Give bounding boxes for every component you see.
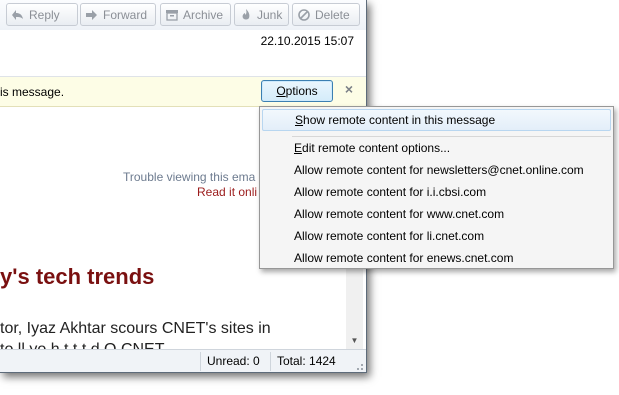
menu-item-allow-cbsi[interactable]: Allow remote content for i.i.cbsi.com [262, 181, 611, 203]
status-bar: Unread: 0 Total: 1424 [0, 349, 366, 372]
menu-item-label: Allow remote content for www.cnet.com [294, 207, 505, 221]
total-count: Total: 1424 [270, 352, 350, 371]
archive-box-icon [166, 10, 178, 21]
menu-accesskey: S [295, 113, 304, 127]
read-it-online-link[interactable]: Read it onli [197, 185, 257, 199]
menu-item-allow-newsletters[interactable]: Allow remote content for newsletters@cne… [262, 159, 611, 181]
forward-button[interactable]: Forward [80, 3, 156, 26]
options-dropdown-menu: Show remote content in this message Edit… [259, 106, 614, 269]
menu-item-label: Allow remote content for li.cnet.com [294, 229, 485, 243]
options-label: ptions [285, 84, 318, 98]
delete-button[interactable]: Delete [292, 3, 360, 26]
junk-flame-icon [242, 9, 250, 20]
forward-label: Forward [103, 8, 148, 22]
notification-text: is message. [0, 85, 65, 99]
reply-button[interactable]: Reply [6, 3, 78, 26]
message-toolbar: Reply Forward Archive Junk Delete [0, 0, 366, 30]
resize-grip-icon[interactable] [354, 361, 364, 371]
junk-button[interactable]: Junk [234, 3, 289, 26]
junk-label: Junk [257, 8, 283, 22]
menu-item-label: Allow remote content for i.i.cbsi.com [294, 185, 487, 199]
menu-item-label: Allow remote content for newsletters@cne… [294, 163, 584, 177]
email-paragraph-line-1: tor, Iyaz Akhtar scours CNET's sites in [0, 320, 271, 337]
unread-count: Unread: 0 [200, 352, 268, 371]
archive-button[interactable]: Archive [160, 3, 231, 26]
menu-item-show-remote-content[interactable]: Show remote content in this message [262, 109, 611, 131]
archive-label: Archive [183, 8, 224, 22]
menu-item-edit-options[interactable]: Edit remote content options... [262, 137, 611, 159]
options-button[interactable]: Options [261, 80, 333, 102]
menu-accesskey: E [294, 141, 303, 155]
menu-item-allow-www-cnet[interactable]: Allow remote content for www.cnet.com [262, 203, 611, 225]
scroll-down-icon[interactable]: ▼ [346, 332, 363, 349]
reply-label: Reply [29, 8, 60, 22]
trouble-viewing-text: Trouble viewing this ema [123, 170, 256, 184]
reply-icon [12, 10, 23, 20]
menu-item-label: how remote content in this message [303, 113, 496, 127]
email-headline: y's tech trends [0, 264, 155, 289]
menu-item-allow-li-cnet[interactable]: Allow remote content for li.cnet.com [262, 225, 611, 247]
delete-label: Delete [315, 8, 350, 22]
menu-item-allow-enews-cnet[interactable]: Allow remote content for enews.cnet.com [262, 247, 611, 269]
close-notification-icon[interactable]: × [342, 82, 356, 96]
options-accesskey: O [276, 84, 286, 98]
forward-arrow-icon [86, 10, 97, 20]
delete-icon [298, 9, 310, 21]
message-date: 22.10.2015 15:07 [260, 34, 354, 48]
menu-item-label: dit remote content options... [302, 141, 451, 155]
menu-item-label: Allow remote content for enews.cnet.com [294, 251, 514, 265]
